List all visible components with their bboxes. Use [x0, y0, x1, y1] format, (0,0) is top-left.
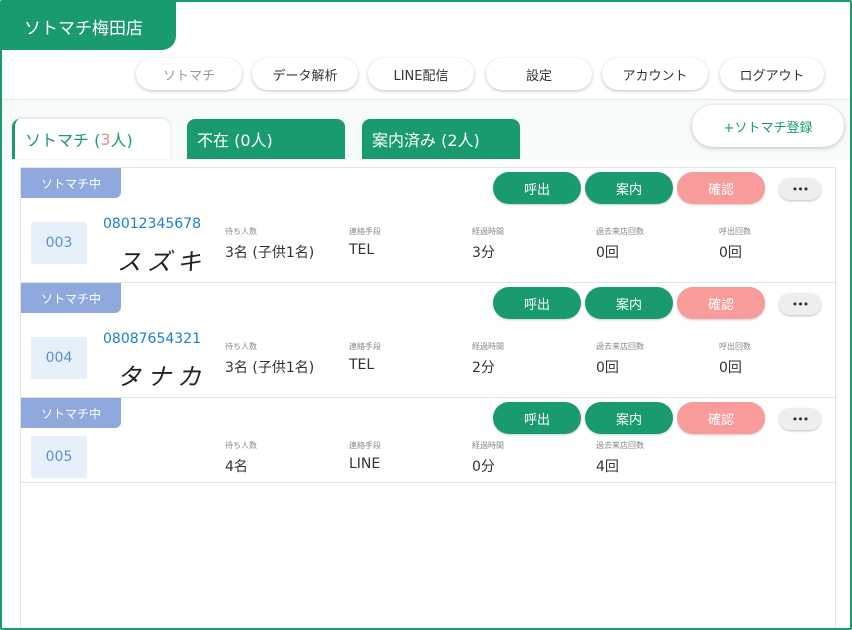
confirm-button[interactable]: 確認	[677, 402, 765, 434]
nav-account-button[interactable]: アカウント	[602, 58, 708, 90]
nav-label: 設定	[525, 68, 552, 84]
tab-label-prefix: ソトマチ (	[25, 131, 101, 150]
status-chip: ソトマチ中	[21, 168, 121, 198]
party-value: 4名	[225, 459, 248, 475]
queue-number: 005	[31, 436, 87, 478]
list-item: ソトマチ中 呼出 案内 確認 ••• 004 08087654321 タナカ 待…	[21, 283, 837, 398]
guide-button[interactable]: 案内	[585, 287, 673, 319]
calls-label: 呼出回数	[719, 342, 751, 351]
list-item: ソトマチ中 呼出 案内 確認 ••• 003 08012345678 スズキ 待…	[21, 168, 837, 283]
more-dots-icon: •••	[791, 182, 809, 196]
register-button[interactable]: +ソトマチ登録	[692, 105, 844, 147]
contact-label: 連絡手段	[349, 227, 381, 236]
visits-label: 過去来店回数	[596, 227, 644, 236]
nav-line-broadcast-button[interactable]: LINE配信	[368, 58, 474, 90]
visits-label: 過去来店回数	[596, 342, 644, 351]
store-name: ソトマチ梅田店	[24, 18, 143, 39]
status-chip: ソトマチ中	[21, 398, 121, 428]
confirm-button[interactable]: 確認	[677, 172, 765, 204]
nav-logout-button[interactable]: ログアウト	[720, 58, 824, 90]
nav-label: データ解析	[272, 68, 338, 84]
queue-number-text: 005	[45, 449, 73, 465]
nav-label: ソトマチ	[162, 68, 215, 84]
elapsed-label: 経過時間	[472, 342, 504, 351]
status-label: ソトマチ中	[40, 291, 101, 306]
contact-value: TEL	[349, 357, 375, 373]
more-dots-icon: •••	[791, 412, 809, 426]
party-label: 待ち人数	[225, 441, 257, 450]
visits-value: 4回	[596, 459, 619, 475]
button-label: 確認	[707, 412, 734, 428]
confirm-button[interactable]: 確認	[677, 287, 765, 319]
tab-label: 案内済み (2人)	[372, 131, 480, 150]
status-label: ソトマチ中	[40, 176, 101, 191]
tab-label-suffix: 人)	[110, 131, 133, 150]
status-chip: ソトマチ中	[21, 283, 121, 313]
customer-name: タナカ	[117, 363, 207, 391]
guide-button[interactable]: 案内	[585, 172, 673, 204]
queue-number: 003	[31, 222, 87, 264]
tab-absent[interactable]: 不在 (0人)	[187, 119, 345, 159]
more-dots-icon: •••	[791, 297, 809, 311]
button-label: 呼出	[523, 297, 550, 313]
party-value: 3名 (子供1名)	[225, 245, 315, 261]
call-button[interactable]: 呼出	[493, 402, 581, 434]
nav-sotomachi-button[interactable]: ソトマチ	[136, 58, 242, 90]
visits-label: 過去来店回数	[596, 441, 644, 450]
phone-number[interactable]: 08087654321	[103, 331, 201, 347]
party-label: 待ち人数	[225, 227, 257, 236]
list-item: ソトマチ中 呼出 案内 確認 ••• 005 待ち人数 4名 連絡手段 LINE…	[21, 398, 837, 483]
more-options-button[interactable]: •••	[779, 178, 821, 200]
call-button[interactable]: 呼出	[493, 287, 581, 319]
queue-number: 004	[31, 337, 87, 379]
tab-waiting-count: 3	[100, 129, 111, 149]
guide-button[interactable]: 案内	[585, 402, 673, 434]
more-options-button[interactable]: •••	[779, 408, 821, 430]
button-label: 呼出	[523, 412, 550, 428]
elapsed-value: 0分	[472, 459, 495, 475]
waiting-list: ソトマチ中 呼出 案内 確認 ••• 003 08012345678 スズキ 待…	[20, 167, 837, 628]
elapsed-label: 経過時間	[472, 441, 504, 450]
visits-value: 0回	[596, 245, 619, 261]
contact-value: LINE	[349, 456, 381, 472]
elapsed-value: 3分	[472, 245, 495, 261]
queue-number-text: 003	[45, 235, 73, 251]
nav-settings-button[interactable]: 設定	[486, 58, 592, 90]
nav-data-analysis-button[interactable]: データ解析	[252, 58, 358, 90]
queue-number-text: 004	[45, 350, 73, 366]
calls-label: 呼出回数	[719, 227, 751, 236]
nav-label: アカウント	[622, 68, 688, 84]
button-label: 呼出	[523, 182, 550, 198]
contact-value: TEL	[349, 242, 375, 258]
button-label: 案内	[615, 412, 642, 428]
button-label: 案内	[615, 182, 642, 198]
phone-number[interactable]: 08012345678	[103, 216, 201, 232]
visits-value: 0回	[596, 360, 619, 376]
tab-waiting[interactable]: ソトマチ (3 人)	[12, 119, 170, 159]
party-label: 待ち人数	[225, 342, 257, 351]
button-label: 確認	[707, 182, 734, 198]
store-name-tab: ソトマチ梅田店	[2, 2, 176, 50]
contact-label: 連絡手段	[349, 342, 381, 351]
register-button-label: +ソトマチ登録	[723, 120, 813, 136]
tab-guided[interactable]: 案内済み (2人)	[362, 119, 520, 159]
status-label: ソトマチ中	[40, 406, 101, 421]
contact-label: 連絡手段	[349, 441, 381, 450]
elapsed-label: 経過時間	[472, 227, 504, 236]
nav-label: LINE配信	[393, 68, 449, 84]
tab-label: 不在 (0人)	[197, 131, 273, 150]
call-button[interactable]: 呼出	[493, 172, 581, 204]
more-options-button[interactable]: •••	[779, 293, 821, 315]
calls-value: 0回	[719, 360, 742, 376]
app-frame: ソトマチ梅田店 ソトマチ データ解析 LINE配信 設定 アカウント ログアウト…	[0, 0, 852, 630]
nav-label: ログアウト	[739, 68, 805, 84]
button-label: 案内	[615, 297, 642, 313]
customer-name: スズキ	[117, 248, 207, 276]
party-value: 3名 (子供1名)	[225, 360, 315, 376]
elapsed-value: 2分	[472, 360, 495, 376]
calls-value: 0回	[719, 245, 742, 261]
button-label: 確認	[707, 297, 734, 313]
